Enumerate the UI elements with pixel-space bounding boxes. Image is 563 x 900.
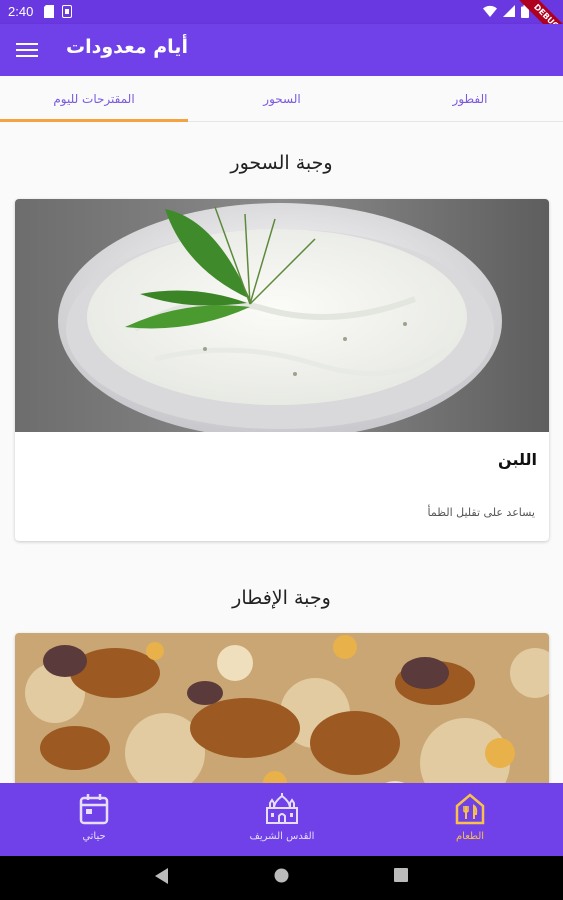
tab-bar: المقترحات لليوم السحور الفطور — [0, 76, 563, 122]
nav-label-jerusalem: القدس الشريف — [249, 831, 315, 842]
app-bar: أيام معدودات — [0, 24, 563, 76]
sd-card-icon — [44, 5, 54, 18]
restaurant-icon — [455, 793, 485, 825]
calendar-icon — [79, 794, 109, 825]
yogurt-image — [15, 199, 549, 432]
tab-iftar[interactable]: الفطور — [376, 76, 563, 122]
suhoor-card-description: يساعد على تقليل الظمأ — [427, 506, 536, 519]
menu-icon[interactable] — [14, 38, 40, 62]
content-area[interactable]: وجبة السحور اللبن يساعد على تقليل الظمأ … — [0, 122, 563, 783]
status-bar: 2:40 DEBUG — [0, 0, 563, 47]
iftar-meal-card[interactable] — [15, 633, 549, 783]
nav-jerusalem[interactable]: القدس الشريف — [188, 783, 376, 856]
nav-my-life[interactable]: حياتي — [0, 783, 188, 856]
nav-label-food: الطعام — [455, 831, 485, 842]
suhoor-heading: وجبة السحور — [230, 152, 333, 174]
system-navigation-bar — [0, 856, 563, 900]
wifi-icon — [483, 5, 497, 17]
nav-food[interactable]: الطعام — [376, 783, 563, 856]
status-time: 2:40 — [8, 4, 34, 19]
rice-dish-image — [15, 633, 549, 783]
signal-icon — [503, 5, 515, 17]
suhoor-card-title: اللبن — [498, 450, 537, 469]
sim-icon — [62, 5, 72, 18]
back-icon[interactable] — [155, 868, 169, 884]
recents-icon[interactable] — [394, 868, 408, 882]
tab-suggestions[interactable]: المقترحات لليوم — [0, 76, 188, 122]
home-icon[interactable] — [274, 868, 289, 883]
iftar-heading: وجبة الإفطار — [232, 587, 331, 609]
mosque-icon — [266, 793, 298, 824]
bottom-navigation: حياتي القدس الشريف الطعام — [0, 783, 563, 856]
suhoor-meal-card[interactable]: اللبن يساعد على تقليل الظمأ — [15, 199, 549, 541]
nav-label-my-life: حياتي — [82, 831, 106, 842]
status-notification-icons — [44, 5, 72, 18]
app-title: أيام معدودات — [66, 36, 188, 58]
tab-suhoor[interactable]: السحور — [188, 76, 376, 122]
status-system-icons — [483, 5, 529, 18]
